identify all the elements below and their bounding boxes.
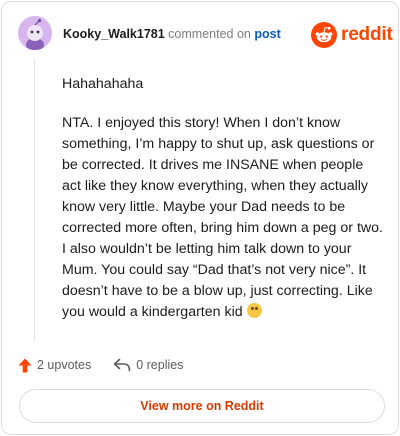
snoo-avatar-icon: [18, 16, 52, 50]
comment-paragraph: Hahahahaha: [62, 76, 144, 92]
reddit-snoo-icon: [311, 22, 337, 48]
comment-actions: 2 upvotes 0 replies: [18, 356, 183, 374]
post-link[interactable]: post: [254, 27, 280, 41]
view-more-on-reddit-button[interactable]: View more on Reddit: [19, 389, 385, 423]
upvote-count: 2 upvotes: [37, 358, 92, 372]
comment-paragraph: NTA. I enjoyed this story! When I don’t …: [62, 113, 384, 323]
comment-embed-card: Kooky_Walk1781 commented on post reddit …: [1, 1, 399, 435]
reply-count: 0 replies: [136, 358, 184, 372]
upvote-arrow-icon: [18, 358, 32, 372]
reddit-wordmark: reddit: [341, 24, 393, 45]
winking-tongue-emoji-icon: [246, 303, 262, 318]
thread-line: [34, 58, 35, 342]
comment-body: Hahahahaha NTA. I enjoyed this story! Wh…: [62, 74, 384, 323]
upvote-button[interactable]: 2 upvotes: [18, 358, 91, 373]
comment-paragraph-text: NTA. I enjoyed this story! When I don’t …: [62, 115, 383, 320]
comment-header: Kooky_Walk1781 commented on post: [63, 27, 281, 41]
reddit-logo[interactable]: reddit: [311, 21, 393, 49]
reply-arrow-icon: [113, 358, 131, 372]
commented-on-text: commented on: [168, 27, 251, 41]
username-link[interactable]: Kooky_Walk1781: [63, 27, 165, 41]
avatar[interactable]: [18, 16, 52, 50]
reply-button[interactable]: 0 replies: [113, 358, 183, 372]
